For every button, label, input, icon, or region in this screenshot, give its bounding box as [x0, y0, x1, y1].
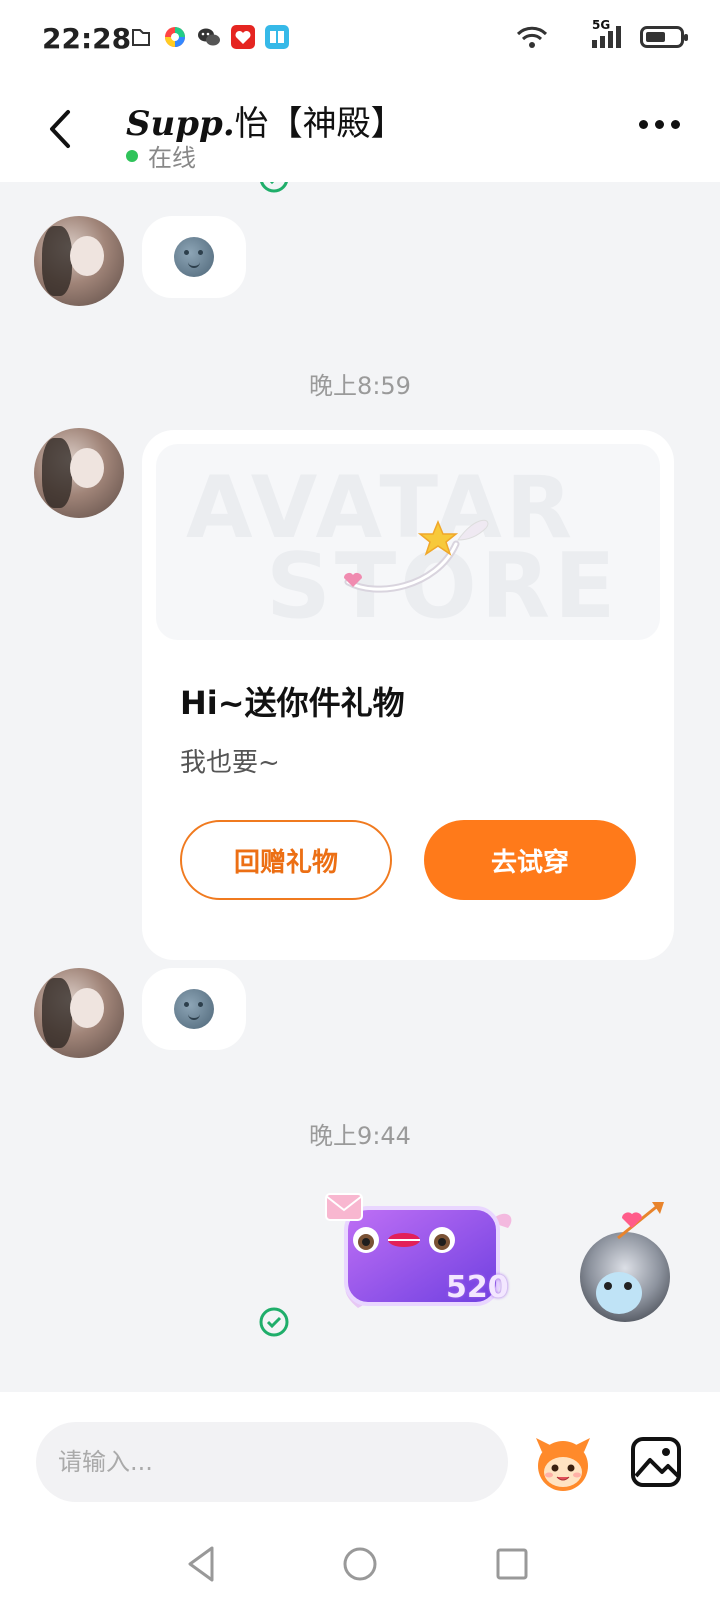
- try-on-button[interactable]: 去试穿: [424, 820, 636, 900]
- more-options-button[interactable]: [639, 120, 680, 129]
- timestamp: 晚上9:44: [309, 1122, 411, 1150]
- online-dot: [126, 149, 138, 162]
- read-check-icon: [260, 182, 288, 193]
- contact-avatar[interactable]: [34, 428, 124, 518]
- book-app-icon: [265, 25, 289, 49]
- nav-back-icon[interactable]: [180, 1542, 224, 1586]
- moon-face-emoji-icon: [174, 989, 214, 1029]
- colorful-app-icon: [165, 27, 185, 47]
- contact-avatar[interactable]: [34, 968, 124, 1058]
- gift-title: Hi~送你件礼物: [180, 684, 405, 722]
- timestamp: 晚上8:59: [309, 372, 411, 400]
- notification-icons: [128, 24, 290, 50]
- battery-icon: [640, 26, 688, 48]
- message-bubble[interactable]: [142, 216, 246, 298]
- gift-card[interactable]: AVATAR STORE Hi~送你件礼物 我也要~ 回赠礼物 去试穿: [142, 430, 674, 960]
- message-bubble[interactable]: [142, 968, 246, 1050]
- status-time: 22:28: [42, 22, 132, 55]
- back-arrow-icon[interactable]: [40, 104, 84, 154]
- cell-signal-icon: 5G: [558, 18, 630, 50]
- status-bar: 22:28 5G: [0, 0, 720, 80]
- wechat-icon: [198, 28, 220, 46]
- file-icon: [132, 29, 150, 46]
- nav-recents-icon[interactable]: [490, 1542, 534, 1586]
- presence-label: 在线: [148, 144, 196, 172]
- wand-icon: [344, 520, 489, 593]
- battery-level: [646, 32, 665, 42]
- sticker-message[interactable]: 520: [318, 1182, 528, 1322]
- gift-subtitle: 我也要~: [180, 748, 280, 778]
- my-avatar[interactable]: [580, 1232, 670, 1322]
- contact-name-main: 怡【神殿】: [234, 104, 405, 144]
- moon-face-emoji-icon: [174, 237, 214, 277]
- contact-avatar[interactable]: [34, 216, 124, 306]
- wifi-icon: [516, 26, 548, 48]
- message-list[interactable]: 晚上8:59 AVATAR STORE Hi~送你件礼物 我也要~ 回赠礼物 去…: [0, 182, 720, 1392]
- sticker-label: 520: [446, 1270, 509, 1305]
- image-picker-icon[interactable]: [628, 1434, 684, 1490]
- nav-home-icon[interactable]: [338, 1542, 382, 1586]
- gift-banner: AVATAR STORE: [156, 444, 660, 640]
- emoji-sticker-icon[interactable]: [530, 1430, 596, 1496]
- network-type: 5G: [592, 18, 611, 32]
- read-check-icon: [259, 1307, 289, 1337]
- return-gift-button[interactable]: 回赠礼物: [180, 820, 392, 900]
- message-input[interactable]: [36, 1422, 508, 1502]
- presence-status: 在线: [126, 138, 196, 173]
- chat-header: Supp.怡【神殿】 在线: [0, 80, 720, 182]
- system-nav-bar: [0, 1516, 720, 1610]
- red-app-icon: [231, 25, 255, 49]
- status-right: 5G: [516, 18, 688, 50]
- bow-arrow-decoration-icon: [617, 1202, 664, 1240]
- input-bar: [0, 1392, 720, 1516]
